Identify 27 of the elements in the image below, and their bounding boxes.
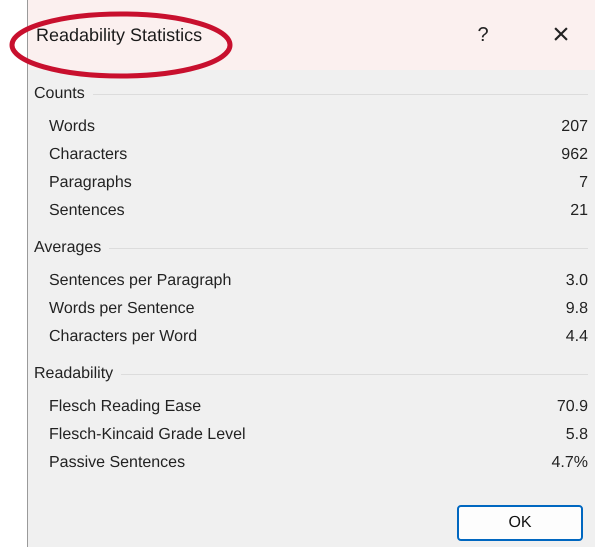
stat-value: 21 bbox=[570, 201, 588, 221]
section-heading: Averages bbox=[34, 238, 102, 258]
stat-label: Flesch-Kincaid Grade Level bbox=[49, 425, 246, 445]
stat-label: Words bbox=[49, 117, 95, 137]
stat-label: Characters per Word bbox=[49, 327, 198, 347]
stat-label: Passive Sentences bbox=[49, 453, 186, 473]
section-heading: Readability bbox=[34, 364, 114, 384]
stat-value: 4.4 bbox=[566, 327, 588, 347]
stat-value: 962 bbox=[561, 145, 588, 165]
ok-button[interactable]: OK bbox=[457, 505, 583, 541]
help-button[interactable]: ? bbox=[463, 15, 503, 55]
section-heading: Counts bbox=[34, 84, 85, 104]
stat-label: Sentences per Paragraph bbox=[49, 271, 232, 291]
stat-value: 207 bbox=[561, 117, 588, 137]
stat-value: 4.7% bbox=[552, 453, 588, 473]
stat-label: Paragraphs bbox=[49, 173, 132, 193]
stat-value: 70.9 bbox=[556, 397, 588, 417]
stat-value: 9.8 bbox=[566, 299, 588, 319]
stat-label: Words per Sentence bbox=[49, 299, 195, 319]
stat-label: Sentences bbox=[49, 201, 125, 221]
stat-value: 3.0 bbox=[566, 271, 588, 291]
stat-label: Characters bbox=[49, 145, 128, 165]
stat-value: 5.8 bbox=[566, 425, 588, 445]
stat-label: Flesch Reading Ease bbox=[49, 397, 202, 417]
stat-value: 7 bbox=[579, 173, 588, 193]
close-button[interactable]: × bbox=[539, 15, 583, 55]
window-title: Readability Statistics bbox=[36, 24, 202, 47]
